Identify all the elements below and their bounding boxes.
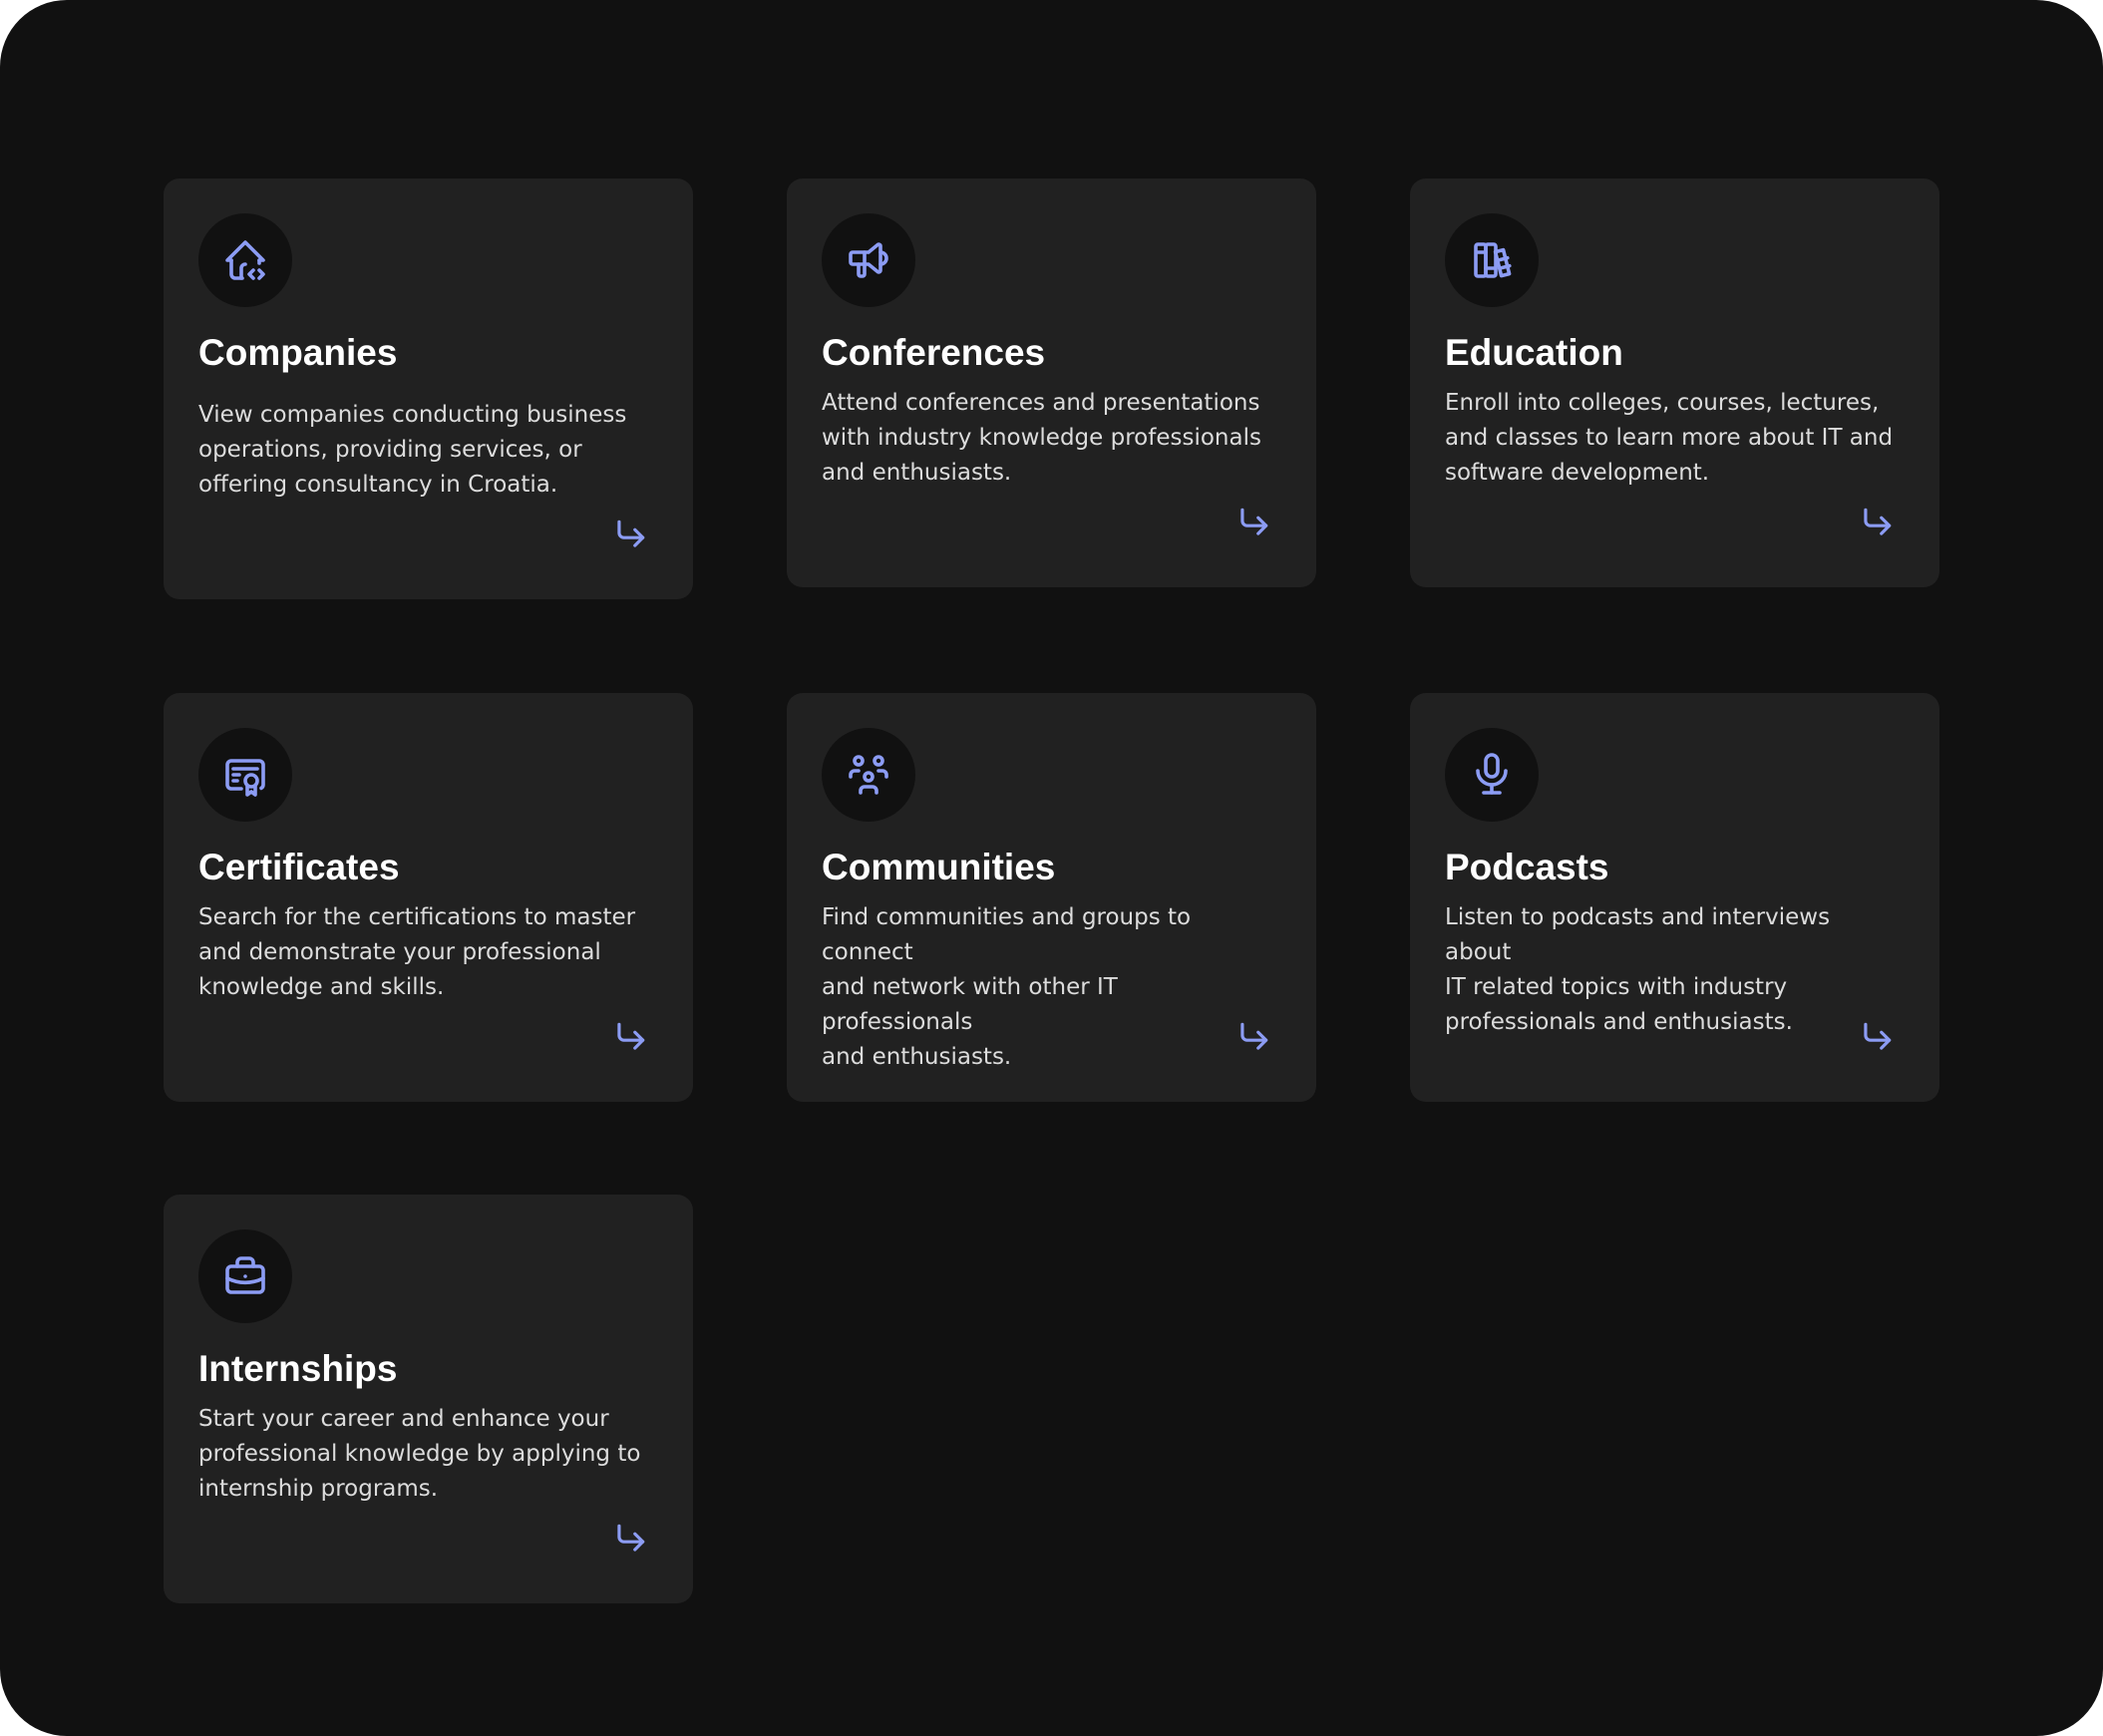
users-group-icon	[845, 751, 892, 799]
card-title: Certificates	[198, 847, 400, 887]
certificate-icon	[221, 751, 269, 799]
card-conferences[interactable]: Conferences Attend conferences and prese…	[787, 178, 1316, 587]
card-title: Communities	[822, 847, 1056, 887]
card-companies[interactable]: Companies View companies conducting busi…	[164, 178, 693, 599]
microphone-icon	[1468, 751, 1516, 799]
house-code-icon	[221, 236, 269, 284]
card-title: Podcasts	[1445, 847, 1609, 887]
arrow-right-icon[interactable]	[1858, 504, 1896, 541]
arrow-right-icon[interactable]	[611, 1018, 649, 1056]
card-title: Companies	[198, 332, 398, 373]
icon-badge	[198, 1229, 292, 1323]
arrow-right-icon[interactable]	[1234, 1018, 1272, 1056]
arrow-right-icon[interactable]	[1234, 504, 1272, 541]
card-description: Enroll into colleges, courses, lectures,…	[1445, 390, 1894, 486]
card-communities[interactable]: Communities Find communities and groups …	[787, 693, 1316, 1102]
page-background: Companies View companies conducting busi…	[0, 0, 2103, 1736]
icon-badge	[822, 213, 915, 307]
card-education[interactable]: Education Enroll into colleges, courses,…	[1410, 178, 1939, 587]
books-icon	[1468, 236, 1516, 284]
card-description: Attend conferences and presentations with…	[822, 390, 1261, 486]
arrow-right-icon[interactable]	[1858, 1018, 1896, 1056]
briefcase-icon	[221, 1252, 269, 1300]
card-description: Find communities and groups to connect an…	[822, 904, 1192, 1070]
card-description: Search for the certifications to master a…	[198, 904, 636, 1000]
icon-badge	[1445, 213, 1539, 307]
icon-badge	[198, 728, 292, 822]
icon-badge	[1445, 728, 1539, 822]
card-title: Education	[1445, 332, 1623, 373]
card-podcasts[interactable]: Podcasts Listen to podcasts and intervie…	[1410, 693, 1939, 1102]
card-title: Internships	[198, 1348, 398, 1389]
card-certificates[interactable]: Certificates Search for the certificatio…	[164, 693, 693, 1102]
card-description: Start your career and enhance your profes…	[198, 1406, 641, 1502]
card-title: Conferences	[822, 332, 1046, 373]
card-internships[interactable]: Internships Start your career and enhanc…	[164, 1195, 693, 1603]
arrow-right-icon[interactable]	[611, 516, 649, 553]
icon-badge	[822, 728, 915, 822]
megaphone-icon	[845, 236, 892, 284]
card-description: Listen to podcasts and interviews about I…	[1445, 904, 1831, 1035]
arrow-right-icon[interactable]	[611, 1520, 649, 1558]
icon-badge	[198, 213, 292, 307]
card-description: View companies conducting business operat…	[198, 402, 627, 498]
